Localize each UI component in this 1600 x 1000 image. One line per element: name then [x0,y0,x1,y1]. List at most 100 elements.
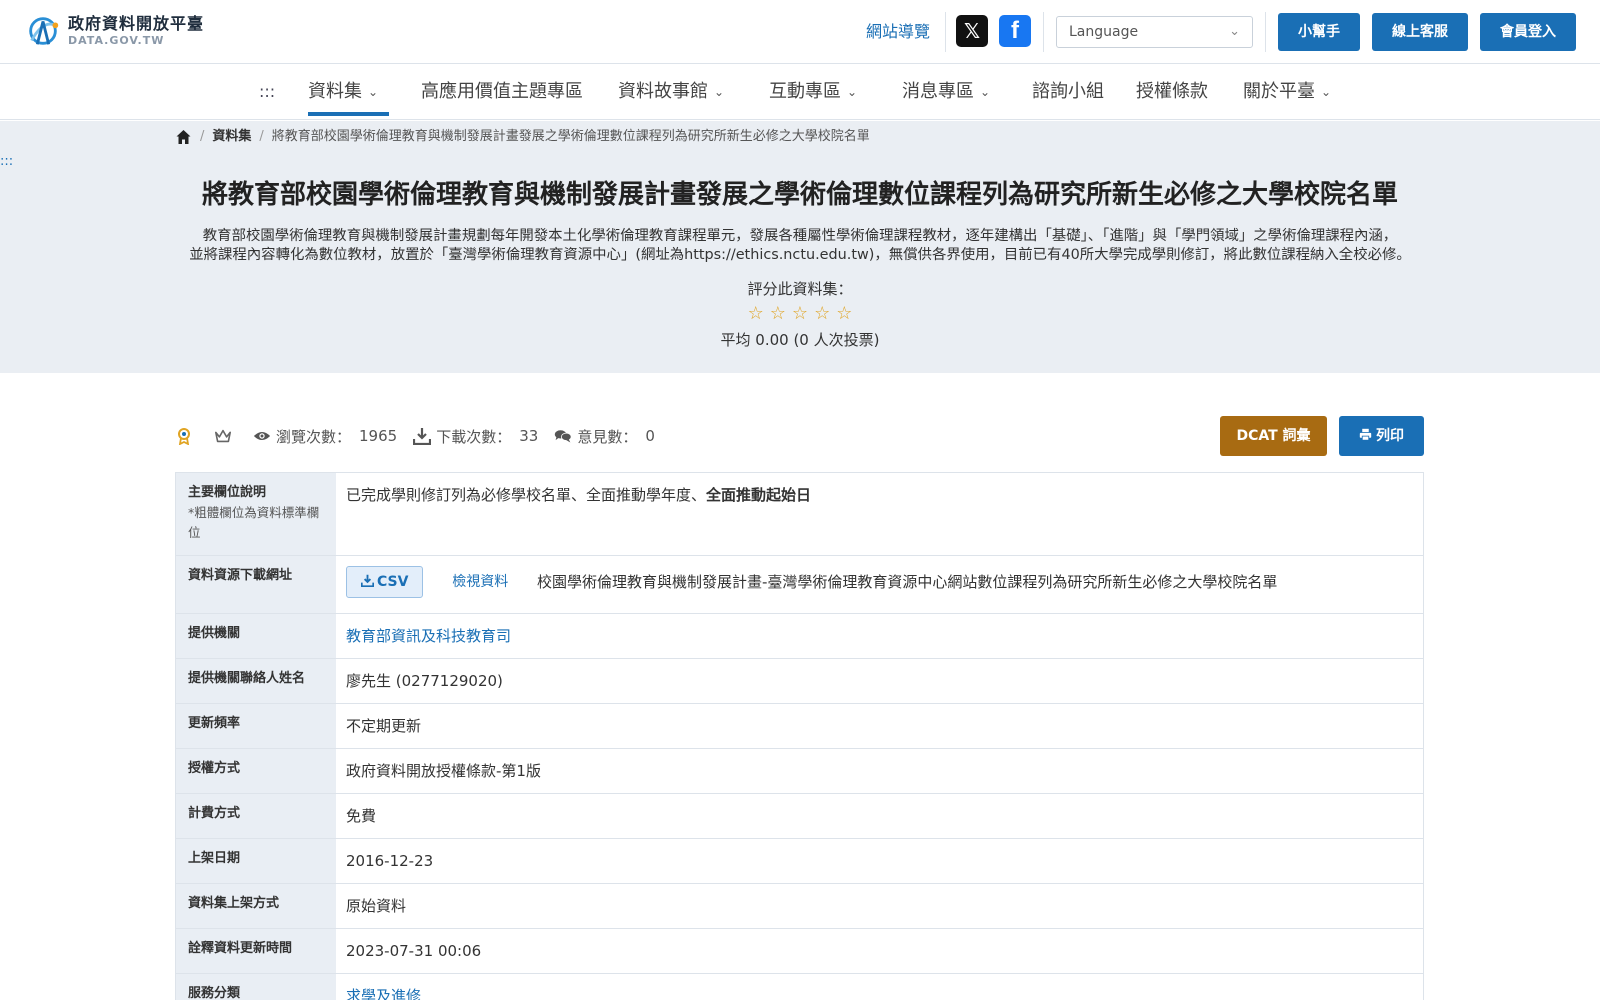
meta-value: CSV 檢視資料 校園學術倫理教育與機制發展計畫-臺灣學術倫理教育資源中心網站數… [336,556,1424,613]
meta-value: 教育部資訊及科技教育司 [336,614,1424,658]
x-share-icon[interactable]: 𝕏 [956,15,988,47]
meta-key: 資料資源下載網址 [175,556,336,613]
meta-key: 更新頻率 [175,704,336,748]
nav-item-advisory[interactable]: 諮詢小組 [1032,78,1104,106]
nav-accesskey[interactable]: ::: [259,78,275,106]
site-logo[interactable]: 政府資料開放平臺 DATA.GOV.TW [24,12,204,50]
downloads-count: 33 [519,427,539,445]
breadcrumb-separator: / [259,129,264,144]
nav-item-label: 關於平臺 [1243,81,1315,102]
breadcrumb-separator: / [200,129,205,144]
eye-icon [253,431,271,441]
nav-item-label: 互動專區 [769,81,841,102]
dataset-hero: / 資料集 / 將教育部校園學術倫理教育與機制發展計畫發展之學術倫理數位課程列為… [0,121,1600,373]
table-row: 詮釋資料更新時間 2023-07-31 00:06 [175,929,1424,974]
meta-key: 上架日期 [175,839,336,883]
chevron-down-icon: ⌄ [368,85,379,99]
nav-item-label: 消息專區 [902,81,974,102]
print-icon [1359,428,1372,441]
views-count: 1965 [359,427,398,445]
star-icon[interactable]: ☆ [836,303,852,325]
meta-key: 提供機關聯絡人姓名 [175,659,336,703]
resource-title: 校園學術倫理教育與機制發展計畫-臺灣學術倫理教育資源中心網站數位課程列為研究所新… [537,573,1278,591]
comments-label: 意見數： [577,427,638,446]
downloads-label: 下載次數： [436,427,512,446]
print-label: 列印 [1376,428,1404,444]
facebook-share-icon[interactable]: f [999,15,1031,47]
rating-average: 平均 0.00 (0 人次投票) [720,331,880,349]
breadcrumb-datasets[interactable]: 資料集 [212,127,251,147]
meta-key: 服務分類 [175,974,336,1000]
language-select[interactable]: Language ⌄ [1056,16,1253,48]
content-accesskey[interactable]: ::: [0,154,13,169]
home-icon[interactable] [175,129,192,145]
meta-value: 不定期更新 [336,704,1424,748]
meta-value: 2023-07-31 00:06 [336,929,1424,973]
meta-value: 求學及進修 [336,974,1424,1000]
dataset-description: 教育部校園學術倫理教育與機制發展計畫規劃每年開發本土化學術倫理教育課程單元，發展… [100,227,1500,265]
breadcrumb-current: 將教育部校園學術倫理教育與機制發展計畫發展之學術倫理數位課程列為研究所新生必修之… [271,129,870,144]
nav-item-label: 資料故事館 [618,81,708,102]
service-category-link[interactable]: 求學及進修 [346,987,421,1000]
print-button[interactable]: 列印 [1339,416,1424,456]
nav-item-stories[interactable]: 資料故事館 ⌄ [618,78,724,106]
nav-item-about[interactable]: 關於平臺 ⌄ [1243,78,1331,106]
logo-title: 政府資料開放平臺 [68,14,205,33]
header-divider [1265,12,1266,52]
sitemap-link[interactable]: 網站導覽 [866,20,930,44]
meta-key: 主要欄位說明 *粗體欄位為資料標準欄位 [175,473,336,555]
rating-stars: ☆ ☆ ☆ ☆ ☆ [0,303,1600,325]
views-label: 瀏覽次數： [276,427,352,446]
view-data-link[interactable]: 檢視資料 [452,570,508,594]
comments-icon [555,430,572,443]
fields-key-note: *粗體欄位為資料標準欄位 [188,505,320,540]
dcat-vocabulary-button[interactable]: DCAT 詞彙 [1220,416,1327,456]
star-icon[interactable]: ☆ [814,303,830,325]
fields-plain: 已完成學則修訂列為必修學校名單、全面推動學年度、 [346,486,707,504]
member-login-button[interactable]: 會員登入 [1480,13,1576,51]
chevron-down-icon: ⌄ [847,85,858,99]
table-row: 更新頻率 不定期更新 [175,704,1424,749]
helper-button[interactable]: 小幫手 [1278,13,1360,51]
provider-link[interactable]: 教育部資訊及科技教育司 [346,627,511,645]
nav-item-label: 授權條款 [1136,81,1208,102]
table-row: 計費方式 免費 [175,794,1424,839]
meta-value: 政府資料開放授權條款-第1版 [336,749,1424,793]
badge-icon [178,428,190,445]
logo-icon [29,17,59,45]
star-icon[interactable]: ☆ [770,303,786,325]
meta-value: 已完成學則修訂列為必修學校名單、全面推動學年度、全面推動起始日 [336,473,1424,555]
nav-item-high-value[interactable]: 高應用價值主題專區 [421,78,583,106]
online-service-button[interactable]: 線上客服 [1372,13,1468,51]
table-row: 資料資源下載網址 CSV 檢視資料 校園學術倫理教育與機制發展計畫-臺灣學術倫理… [175,556,1424,614]
description-line: 教育部校園學術倫理教育與機制發展計畫規劃每年開發本土化學術倫理教育課程單元，發展… [202,228,1398,244]
chevron-down-icon: ⌄ [714,85,725,99]
csv-download-button[interactable]: CSV [346,566,424,598]
meta-value: 廖先生 (0277129020) [336,659,1424,703]
comments-count: 0 [645,427,655,445]
top-header: 政府資料開放平臺 DATA.GOV.TW 網站導覽 𝕏 f Language ⌄… [0,0,1600,64]
meta-key: 授權方式 [175,749,336,793]
nav-item-datasets[interactable]: 資料集 ⌄ [308,78,378,106]
nav-item-interactive[interactable]: 互動專區 ⌄ [769,78,857,106]
chevron-down-icon: ⌄ [1321,85,1332,99]
nav-item-license[interactable]: 授權條款 [1136,78,1208,106]
table-row: 資料集上架方式 原始資料 [175,884,1424,929]
table-row: 提供機關聯絡人姓名 廖先生 (0277129020) [175,659,1424,704]
language-select-value: Language [1069,24,1139,40]
download-icon [360,574,375,588]
nav-item-news[interactable]: 消息專區 ⌄ [902,78,990,106]
nav-active-indicator [308,112,389,116]
table-row: 上架日期 2016-12-23 [175,839,1424,884]
meta-key: 提供機關 [175,614,336,658]
csv-label: CSV [377,574,409,590]
table-row: 授權方式 政府資料開放授權條款-第1版 [175,749,1424,794]
header-divider [945,12,946,52]
star-icon[interactable]: ☆ [748,303,764,325]
description-line: 並將課程內容轉化為數位教材，放置於「臺灣學術倫理教育資源中心」(網址為https… [189,247,1411,263]
main-nav: ::: 資料集 ⌄ 高應用價值主題專區 資料故事館 ⌄ 互動專區 ⌄ 消息專區 ⌄ 諮詢… [0,64,1600,120]
nav-item-label: 高應用價值主題專區 [421,81,583,102]
page-title: 將教育部校園學術倫理教育與機制發展計畫發展之學術倫理數位課程列為研究所新生必修之… [201,180,1398,210]
star-icon[interactable]: ☆ [792,303,808,325]
nav-item-label: 資料集 [308,81,362,102]
